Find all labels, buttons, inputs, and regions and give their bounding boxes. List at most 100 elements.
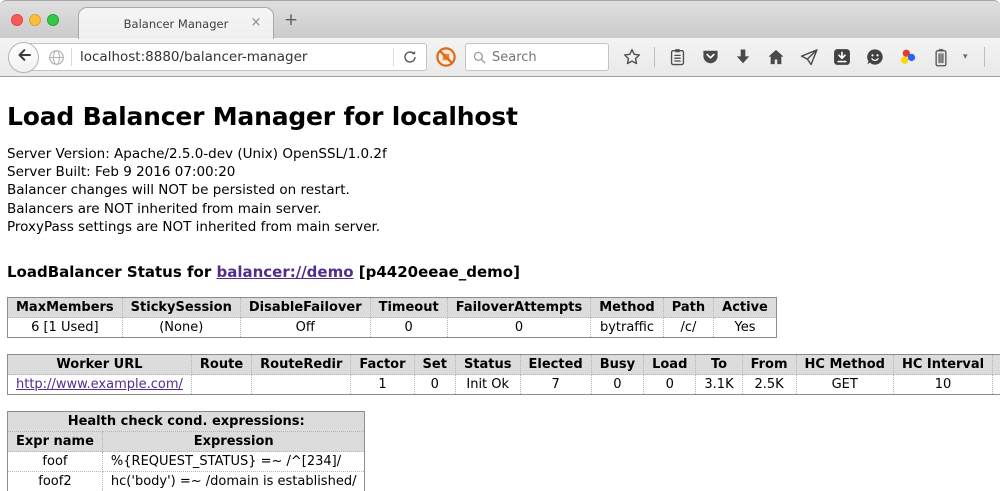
col-route: Route: [191, 355, 251, 375]
to-value: 3.1K: [696, 375, 742, 395]
method-value: bytraffic: [591, 318, 663, 338]
server-version-line: Server Version: Apache/2.5.0-dev (Unix) …: [7, 145, 1000, 163]
close-tab-icon[interactable]: ×: [248, 15, 264, 31]
divider: [654, 47, 655, 67]
col-factor: Factor: [351, 355, 414, 375]
table-header-row: MaxMembers StickySession DisableFailover…: [8, 298, 777, 318]
expr-name-value: foof2: [8, 472, 103, 491]
col-maxmembers: MaxMembers: [8, 298, 123, 318]
balancer-summary-table: MaxMembers StickySession DisableFailover…: [7, 297, 777, 338]
battery-container-icon[interactable]: [930, 45, 952, 69]
toolbar-icons: ▾: [621, 45, 1000, 69]
col-hc-interval: HC Interval: [893, 355, 992, 375]
search-icon: [472, 50, 487, 65]
search-input[interactable]: [487, 50, 602, 65]
route-value: [191, 375, 251, 395]
from-value: 2.5K: [742, 375, 796, 395]
col-stickysession: StickySession: [122, 298, 240, 318]
set-value: 0: [414, 375, 455, 395]
busy-value: 0: [591, 375, 643, 395]
downloads-icon[interactable]: [732, 45, 754, 69]
worker-row: http://www.example.com/ 1 0 Init Ok 7 0 …: [8, 375, 1000, 395]
balancers-note-line: Balancers are NOT inherited from main se…: [7, 200, 1000, 218]
reload-button[interactable]: [394, 49, 426, 65]
new-tab-button[interactable]: +: [281, 10, 301, 30]
col-status: Status: [455, 355, 520, 375]
url-bar[interactable]: [23, 43, 427, 71]
table-row: foof2 hc('body') =~ /domain is establish…: [8, 472, 365, 491]
hc-method-value: GET: [796, 375, 893, 395]
page-title: Load Balancer Manager for localhost: [7, 102, 1000, 131]
tab-title: Balancer Manager: [124, 17, 229, 31]
worker-url-link[interactable]: http://www.example.com/: [16, 377, 183, 392]
video-download-icon[interactable]: [831, 45, 853, 69]
table-row: 6 [1 Used] (None) Off 0 0 bytraffic /c/ …: [8, 318, 777, 338]
col-failoverattempts: FailoverAttempts: [447, 298, 591, 318]
home-icon[interactable]: [765, 45, 787, 69]
col-expr-name: Expr name: [8, 432, 103, 452]
col-routeredir: RouteRedir: [252, 355, 351, 375]
passes-value: 1 (0): [993, 375, 1000, 395]
reload-icon: [402, 49, 418, 65]
disablefailover-value: Off: [240, 318, 370, 338]
loadbalancer-status-heading: LoadBalancer Status for balancer://demo …: [7, 263, 1000, 281]
plugin-blocked-icon[interactable]: [435, 46, 457, 68]
browser-window: Balancer Manager × +: [0, 0, 1000, 491]
clipboard-icon[interactable]: [666, 45, 688, 69]
arrow-left-icon: [15, 46, 33, 68]
menu-hamburger-icon[interactable]: [996, 45, 1000, 69]
col-active: Active: [714, 298, 777, 318]
col-worker-url: Worker URL: [8, 355, 192, 375]
col-timeout: Timeout: [370, 298, 447, 318]
col-from: From: [742, 355, 796, 375]
balancer-demo-link[interactable]: balancer://demo: [216, 263, 353, 281]
url-input[interactable]: [72, 49, 393, 65]
close-window-button[interactable]: [11, 14, 23, 26]
col-load: Load: [644, 355, 696, 375]
page-content: Load Balancer Manager for localhost Serv…: [0, 77, 1000, 491]
col-method: Method: [591, 298, 663, 318]
send-plane-icon[interactable]: [798, 45, 820, 69]
expression-value: %{REQUEST_STATUS} =~ /^[234]/: [102, 452, 365, 472]
chevron-down-icon[interactable]: ▾: [963, 52, 973, 62]
table-title-row: Health check cond. expressions:: [8, 412, 365, 432]
pocket-icon[interactable]: [699, 45, 721, 69]
table-row: foof %{REQUEST_STATUS} =~ /^[234]/: [8, 452, 365, 472]
col-hc-method: HC Method: [796, 355, 893, 375]
col-to: To: [696, 355, 742, 375]
titlebar: Balancer Manager × +: [0, 0, 1000, 38]
stickysession-value: (None): [122, 318, 240, 338]
active-value: Yes: [714, 318, 777, 338]
worker-table: Worker URL Route RouteRedir Factor Set S…: [7, 354, 1000, 395]
col-disablefailover: DisableFailover: [240, 298, 370, 318]
status-heading-prefix: LoadBalancer Status for: [7, 263, 216, 281]
timeout-value: 0: [370, 318, 447, 338]
search-bar[interactable]: [465, 43, 609, 71]
col-busy: Busy: [591, 355, 643, 375]
tab-balancer-manager[interactable]: Balancer Manager ×: [78, 7, 274, 39]
failoverattempts-value: 0: [447, 318, 591, 338]
col-set: Set: [414, 355, 455, 375]
colored-dots-icon[interactable]: [897, 45, 919, 69]
table-header-row: Worker URL Route RouteRedir Factor Set S…: [8, 355, 1000, 375]
zoom-window-button[interactable]: [47, 14, 59, 26]
persist-note-line: Balancer changes will NOT be persisted o…: [7, 181, 1000, 199]
maxmembers-value: 6 [1 Used]: [8, 318, 123, 338]
path-value: /c/: [663, 318, 713, 338]
globe-icon: [46, 49, 71, 66]
status-heading-suffix: [p4420eeae_demo]: [354, 263, 520, 281]
proxypass-note-line: ProxyPass settings are NOT inherited fro…: [7, 218, 1000, 236]
navigation-toolbar: ▾: [0, 38, 1000, 77]
expr-name-value: foof: [8, 452, 103, 472]
factor-value: 1: [351, 375, 414, 395]
col-expression: Expression: [102, 432, 365, 452]
hc-interval-value: 10: [893, 375, 992, 395]
elected-value: 7: [520, 375, 591, 395]
minimize-window-button[interactable]: [29, 14, 41, 26]
chat-smiley-icon[interactable]: [864, 45, 886, 69]
back-button[interactable]: [8, 42, 39, 73]
divider: [984, 47, 985, 67]
bookmark-star-icon[interactable]: [621, 45, 643, 69]
col-elected: Elected: [520, 355, 591, 375]
health-check-table: Health check cond. expressions: Expr nam…: [7, 411, 365, 491]
